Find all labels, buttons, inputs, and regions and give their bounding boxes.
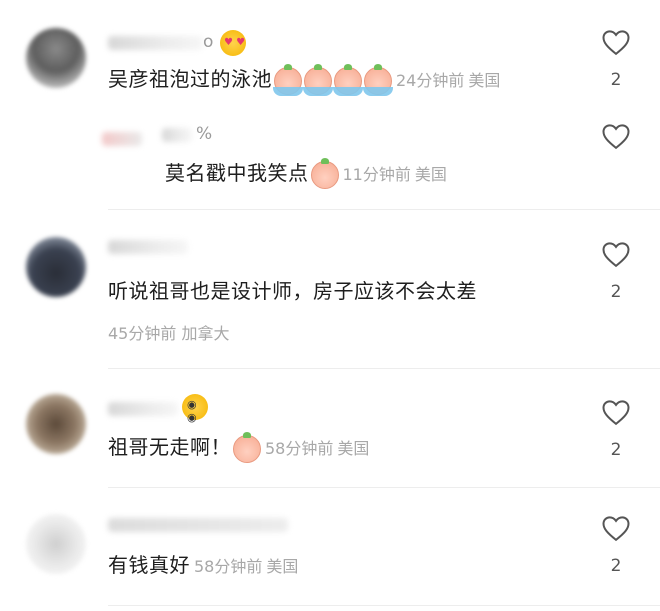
like-button[interactable]: 2 bbox=[596, 240, 636, 302]
reply-item: % 莫名戳中我笑点 11分钟前 美国 bbox=[0, 110, 660, 210]
username-blurred[interactable] bbox=[108, 518, 288, 532]
heart-face-emoji-icon: ♥ ♥ bbox=[220, 30, 246, 56]
comment-meta: 45分钟前 加拿大 bbox=[108, 320, 229, 344]
comment-location: 美国 bbox=[337, 439, 370, 458]
comment-text: 莫名戳中我笑点 11分钟前 美国 bbox=[165, 157, 447, 190]
username-suffix: o bbox=[203, 32, 214, 52]
zany-face-emoji-icon: ◉ ◉ bbox=[182, 394, 208, 424]
comment-time: 45分钟前 bbox=[108, 324, 177, 343]
avatar[interactable] bbox=[26, 394, 86, 454]
username-blurred[interactable] bbox=[108, 402, 178, 416]
comment-location: 美国 bbox=[414, 165, 447, 184]
comment-time: 58分钟前 bbox=[194, 557, 263, 576]
comment-time: 11分钟前 bbox=[342, 165, 411, 184]
heart-outline-icon bbox=[602, 400, 630, 426]
comment-time: 24分钟前 bbox=[396, 71, 465, 90]
comment-item: 有钱真好 58分钟前 美国 2 bbox=[0, 490, 660, 611]
like-count: 2 bbox=[610, 282, 622, 302]
like-button[interactable]: 2 bbox=[596, 514, 636, 576]
comment-text: 有钱真好 58分钟前 美国 bbox=[108, 553, 299, 577]
like-button[interactable]: 2 bbox=[596, 28, 636, 90]
heart-outline-icon bbox=[602, 30, 630, 56]
peach-laughing-emoji-icon bbox=[310, 157, 339, 189]
username-blurred[interactable] bbox=[108, 240, 188, 254]
comment-location: 美国 bbox=[266, 557, 299, 576]
peach-swimming-emoji-icon bbox=[333, 63, 363, 96]
divider bbox=[108, 487, 660, 488]
peach-swimming-emoji-icon bbox=[273, 63, 303, 96]
username-blurred[interactable] bbox=[108, 36, 203, 50]
comment-text: 吴彦祖泡过的泳池 24分钟前 美国 bbox=[108, 63, 501, 96]
comment-location: 加拿大 bbox=[181, 324, 230, 343]
comment-item: ◉ ◉ 祖哥无走啊！ 58分钟前 美国 2 bbox=[0, 370, 660, 490]
username-blurred[interactable] bbox=[162, 128, 192, 142]
username-suffix: % bbox=[196, 124, 213, 144]
divider bbox=[108, 605, 660, 606]
peach-crying-emoji-icon bbox=[233, 431, 261, 463]
divider bbox=[108, 368, 660, 369]
comment-item: o ♥ ♥ 吴彦祖泡过的泳池 24分钟前 美国 2 bbox=[0, 0, 660, 110]
comment-text: 听说祖哥也是设计师，房子应该不会太差 bbox=[108, 279, 477, 303]
peach-swimming-emoji-icon bbox=[303, 63, 333, 96]
like-count: 2 bbox=[610, 70, 622, 90]
heart-outline-icon bbox=[602, 124, 630, 150]
heart-outline-icon bbox=[602, 242, 630, 268]
comment-item: 听说祖哥也是设计师，房子应该不会太差 45分钟前 加拿大 2 bbox=[0, 210, 660, 370]
like-count: 2 bbox=[610, 556, 622, 576]
comment-text: 祖哥无走啊！ 58分钟前 美国 bbox=[108, 431, 370, 464]
avatar[interactable] bbox=[26, 237, 86, 297]
avatar[interactable] bbox=[26, 28, 86, 88]
comment-time: 58分钟前 bbox=[265, 439, 334, 458]
heart-outline-icon bbox=[602, 516, 630, 542]
like-button[interactable]: 2 bbox=[596, 398, 636, 460]
username-blurred[interactable] bbox=[102, 132, 142, 146]
like-button[interactable] bbox=[596, 122, 636, 150]
avatar[interactable] bbox=[26, 514, 86, 574]
comment-location: 美国 bbox=[468, 71, 501, 90]
like-count: 2 bbox=[610, 440, 622, 460]
peach-swimming-emoji-icon bbox=[363, 63, 393, 96]
